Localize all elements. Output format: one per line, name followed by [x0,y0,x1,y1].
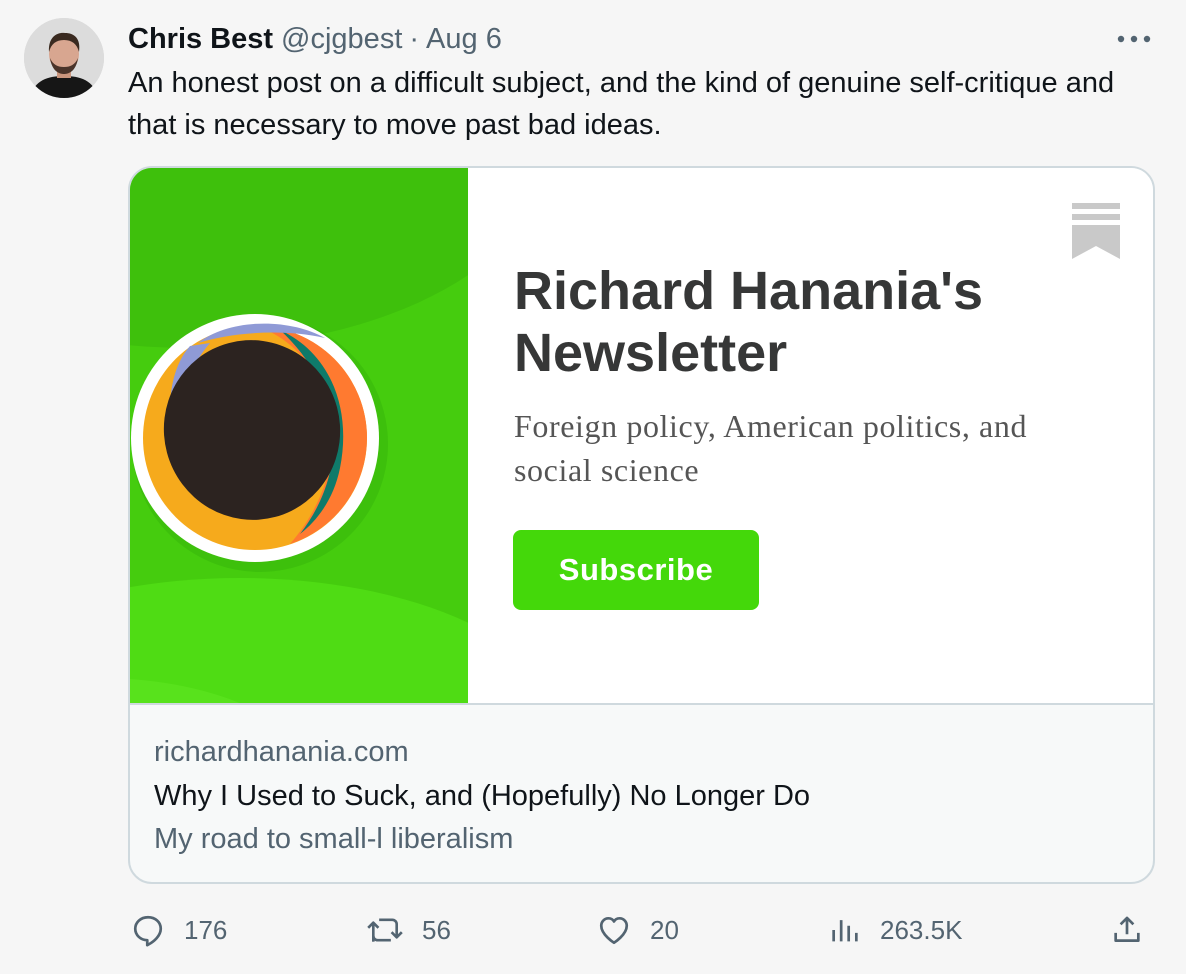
link-card[interactable]: Richard Hanania's Newsletter Foreign pol… [128,166,1155,884]
card-media: Richard Hanania's Newsletter Foreign pol… [130,168,1153,705]
more-button[interactable] [1112,24,1156,54]
share-icon [1114,916,1140,942]
newsletter-description: Foreign policy, American politics, and s… [514,408,1028,488]
tweet-header: Chris Best @cjgbest · Aug 6 [128,20,502,58]
author-name[interactable]: Chris Best [128,20,273,58]
tweet: Chris Best @cjgbest · Aug 6 An honest po… [0,0,1186,974]
heart-icon [599,916,629,945]
card-hero-panel [130,168,468,703]
card-title: Why I Used to Suck, and (Hopefully) No L… [154,780,811,812]
avatar-image [24,18,104,98]
reply-icon [133,915,163,947]
retweet-icon [367,918,403,942]
share-button[interactable] [1110,906,1144,954]
tweet-actions: 176 56 20 263.5K [0,906,1186,954]
retweet-count: 56 [422,914,451,945]
views-count: 263.5K [880,914,963,945]
reply-count: 176 [184,914,228,945]
author-handle[interactable]: @cjgbest [281,20,402,58]
views-button[interactable]: 263.5K [828,906,962,954]
retweet-button[interactable]: 56 [366,906,451,954]
tweet-text: An honest post on a difficult subject, a… [128,67,1115,141]
card-subtitle: My road to small-l liberalism [154,823,514,855]
bookmark-icon [1072,203,1120,259]
newsletter-logo [130,168,468,703]
timestamp[interactable]: Aug 6 [426,20,502,58]
more-horizontal-icon [1117,35,1151,43]
views-chart-icon [832,920,858,942]
card-domain: richardhanania.com [154,736,409,768]
newsletter-title: Richard Hanania's Newsletter [514,261,983,383]
like-count: 20 [650,914,679,945]
subscribe-button[interactable]: Subscribe [513,530,759,610]
reply-button[interactable]: 176 [130,906,227,954]
like-button[interactable]: 20 [596,906,679,954]
separator-dot: · [409,23,420,55]
avatar[interactable] [24,18,104,98]
